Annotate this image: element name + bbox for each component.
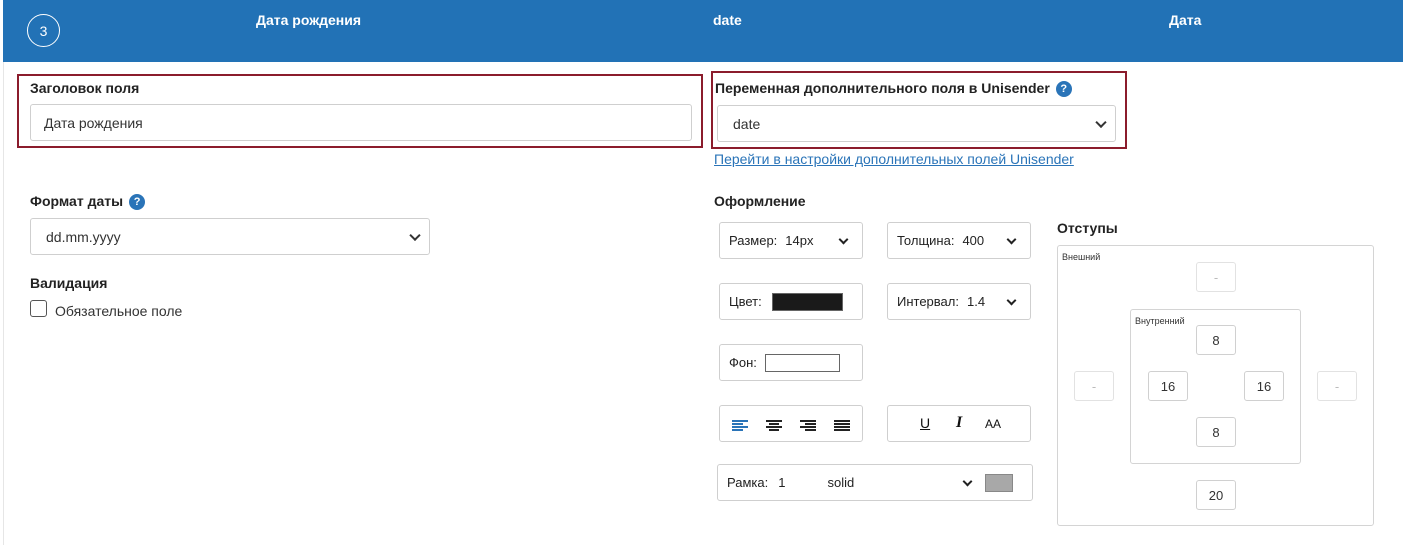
italic-button[interactable]: I: [956, 414, 962, 432]
text-color-swatch[interactable]: [771, 292, 843, 311]
line-spacing-label: Интервал:: [897, 294, 959, 309]
chevron-down-icon: [409, 229, 421, 241]
step-number-badge: 3: [27, 14, 60, 47]
header-field-title: Дата рождения: [256, 12, 362, 28]
date-format-label-row: Формат даты?: [30, 193, 146, 211]
background-color-picker[interactable]: Фон:: [719, 344, 863, 381]
font-weight-select[interactable]: Толщина: 400: [887, 222, 1031, 259]
field-title-label: Заголовок поля: [30, 80, 140, 96]
field-title-value: Дата рождения: [44, 114, 143, 131]
header-variable: date: [713, 12, 742, 28]
margin-right-input[interactable]: -: [1317, 371, 1357, 401]
variable-label-row: Переменная дополнительного поля в Unisen…: [715, 80, 1072, 98]
uppercase-button[interactable]: AA: [985, 417, 1001, 431]
help-icon[interactable]: ?: [1055, 81, 1072, 98]
spacing-label: Отступы: [1057, 220, 1118, 236]
padding-label: Внутренний: [1135, 316, 1185, 326]
margin-top-input[interactable]: -: [1196, 262, 1236, 292]
padding-left-input[interactable]: 16: [1148, 371, 1188, 401]
variable-select[interactable]: date: [717, 105, 1116, 142]
variable-label: Переменная дополнительного поля в Unisen…: [715, 80, 1050, 96]
border-style-value[interactable]: solid: [827, 475, 854, 490]
background-color-swatch[interactable]: [764, 353, 840, 372]
padding-right-input[interactable]: 16: [1244, 371, 1284, 401]
font-size-select[interactable]: Размер: 14px: [719, 222, 863, 259]
border-label: Рамка:: [727, 475, 769, 490]
text-align-group: [719, 405, 863, 442]
underline-button[interactable]: U: [920, 415, 930, 431]
field-header-row[interactable]: 3 Дата рождения date Дата: [3, 0, 1403, 62]
variable-selected-value: date: [733, 115, 761, 132]
border-settings: Рамка: 1 solid: [717, 464, 1033, 501]
border-width-value[interactable]: 1: [778, 475, 785, 490]
text-color-label: Цвет:: [729, 294, 762, 309]
padding-bottom-input[interactable]: 8: [1196, 417, 1236, 447]
date-format-selected-value: dd.mm.yyyy: [46, 228, 121, 245]
chevron-down-icon: [1006, 234, 1017, 245]
date-format-select[interactable]: dd.mm.yyyy: [30, 218, 430, 255]
validation-label: Валидация: [30, 275, 108, 291]
margin-label: Внешний: [1062, 252, 1101, 262]
styling-label: Оформление: [714, 193, 806, 209]
text-color-picker[interactable]: Цвет:: [719, 283, 863, 320]
text-format-group: U I AA: [887, 405, 1031, 442]
field-title-input[interactable]: Дата рождения: [30, 104, 692, 141]
font-size-value: 14px: [785, 233, 814, 248]
chevron-down-icon: [1006, 295, 1017, 306]
field-settings-panel: 3 Дата рождения date Дата Заголовок поля…: [0, 0, 1403, 545]
font-weight-value: 400: [962, 233, 985, 248]
required-checkbox-label[interactable]: Обязательное поле: [55, 303, 182, 319]
background-color-label: Фон:: [729, 355, 757, 370]
help-icon[interactable]: ?: [129, 194, 146, 211]
font-weight-label: Толщина:: [897, 233, 955, 248]
line-spacing-select[interactable]: Интервал: 1.4: [887, 283, 1031, 320]
chevron-down-icon: [1095, 116, 1107, 128]
margin-left-input[interactable]: -: [1074, 371, 1114, 401]
required-checkbox[interactable]: [30, 300, 47, 317]
padding-top-input[interactable]: 8: [1196, 325, 1236, 355]
align-justify-icon[interactable]: [834, 420, 850, 432]
line-spacing-value: 1.4: [966, 294, 986, 309]
chevron-down-icon[interactable]: [962, 476, 973, 487]
date-format-label: Формат даты: [30, 193, 124, 209]
chevron-down-icon: [838, 234, 849, 245]
align-right-icon[interactable]: [800, 420, 816, 432]
align-center-icon[interactable]: [766, 420, 782, 432]
margin-bottom-input[interactable]: 20: [1196, 480, 1236, 510]
unisender-settings-link[interactable]: Перейти в настройки дополнительных полей…: [714, 151, 1074, 167]
panel-divider: [3, 62, 4, 545]
header-field-type: Дата: [1169, 12, 1202, 28]
align-left-icon[interactable]: [732, 420, 748, 432]
border-color-swatch[interactable]: [985, 474, 1013, 492]
font-size-label: Размер:: [729, 233, 778, 248]
